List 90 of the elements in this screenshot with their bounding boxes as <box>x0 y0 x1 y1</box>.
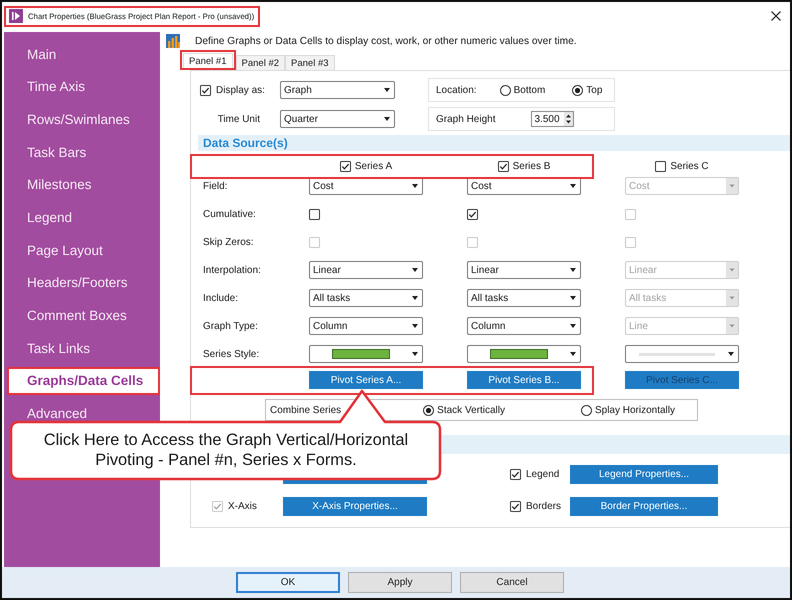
checkbox[interactable] <box>309 208 320 220</box>
field-label: Graph Type: <box>203 320 258 332</box>
properties-button[interactable]: Border Properties... <box>570 497 718 516</box>
radio-button[interactable] <box>580 404 592 416</box>
caret-icon <box>412 352 418 356</box>
dialog-button[interactable]: Apply <box>348 572 452 593</box>
sidebar-item[interactable]: Main <box>7 40 160 68</box>
field-label: Display as: <box>216 84 265 96</box>
number-spinner[interactable]: 3.500 <box>531 111 574 127</box>
dropdown[interactable]: Graph <box>280 81 395 99</box>
caret-icon <box>570 352 576 356</box>
radio-button[interactable] <box>500 84 511 96</box>
pivot-button[interactable]: Pivot Series A... <box>309 371 423 389</box>
sidebar-item[interactable]: Headers/Footers <box>7 268 160 297</box>
callout-text: Click Here to Access the Graph Vertical/Horizontal Pivoting - Panel #n, Series x Forms. <box>42 430 410 470</box>
logo-icon <box>9 9 23 23</box>
caret-icon <box>726 290 738 306</box>
radio-label: Stack Vertically <box>437 404 505 416</box>
dropdown[interactable]: All tasks <box>467 289 581 307</box>
sidebar-item[interactable]: Legend <box>7 203 160 232</box>
line-style-dropdown[interactable] <box>467 345 581 363</box>
properties-button[interactable]: Legend Properties... <box>570 465 718 484</box>
dropdown[interactable]: All tasks <box>309 289 423 307</box>
sidebar-item[interactable]: Page Layout <box>7 236 160 264</box>
field-label: Skip Zeros: <box>203 236 254 248</box>
sidebar-item[interactable]: Task Bars <box>7 138 160 166</box>
sidebar-item[interactable]: Graphs/Data Cells <box>7 366 160 395</box>
checkbox[interactable] <box>340 160 351 172</box>
sidebar-item[interactable]: Milestones <box>7 170 160 199</box>
field-label: Combine Series <box>270 404 342 416</box>
radio-label: Top <box>586 84 602 96</box>
dialog-button[interactable]: OK <box>236 572 340 593</box>
dialog-button[interactable]: Cancel <box>460 572 564 593</box>
caret-icon <box>412 184 418 188</box>
radio-label: Bottom <box>514 84 546 96</box>
tab[interactable]: Panel #1 <box>183 53 233 68</box>
checkbox[interactable] <box>510 501 521 512</box>
caret-icon <box>726 262 738 278</box>
sidebar-item[interactable]: Task Links <box>7 334 160 362</box>
caret-icon <box>412 324 418 328</box>
caret-icon <box>570 296 576 300</box>
checkbox[interactable] <box>200 84 211 96</box>
line-style-dropdown[interactable] <box>309 345 423 363</box>
series-label: Series A <box>354 160 392 172</box>
field-label: Graph Height <box>436 114 496 124</box>
caret-icon <box>570 184 576 188</box>
dropdown[interactable]: Column <box>467 317 581 335</box>
field-label: Cumulative: <box>203 208 256 220</box>
caret-icon <box>570 268 576 272</box>
caret-icon <box>412 268 418 272</box>
tab[interactable]: Panel #3 <box>285 55 335 70</box>
tab[interactable]: Panel #2 <box>236 55 286 70</box>
pivot-button[interactable]: Pivot Series B... <box>467 371 581 389</box>
caret-icon <box>412 296 418 300</box>
radio-button[interactable] <box>572 84 584 96</box>
sidebar-item[interactable]: Comment Boxes <box>7 302 160 330</box>
field-label: Series Style: <box>203 348 260 360</box>
dropdown[interactable]: Column <box>309 317 423 335</box>
caret-icon <box>570 324 576 328</box>
field-label: Interpolation: <box>203 264 261 276</box>
radio-label: Splay Horizontally <box>594 404 676 416</box>
radio-button[interactable] <box>423 404 434 416</box>
checkbox-label: X-Axis <box>228 501 257 512</box>
checkbox-label: Borders <box>526 501 562 512</box>
checkbox[interactable] <box>467 208 478 220</box>
checkbox[interactable] <box>655 160 666 172</box>
description-text: Define Graphs or Data Cells to display cost, work, or other numeric values over time. <box>195 36 577 46</box>
checkbox-label: Legend <box>526 469 560 480</box>
checkbox[interactable] <box>498 160 509 172</box>
sidebar-item[interactable]: Rows/Swimlanes <box>7 105 160 134</box>
caret-icon <box>726 318 738 334</box>
field-label: Time Unit <box>218 114 260 124</box>
field-label: Include: <box>203 292 238 304</box>
caret-icon <box>384 117 390 121</box>
close-icon[interactable] <box>771 11 781 21</box>
caret-icon <box>726 178 738 194</box>
series-label: Series B <box>512 160 550 172</box>
section-header: Data Source(s) <box>198 135 790 151</box>
field-label: Location: <box>436 84 477 96</box>
chart-icon <box>166 34 180 48</box>
dropdown[interactable]: Quarter <box>280 110 395 128</box>
checkbox[interactable] <box>510 469 521 480</box>
sidebar-item[interactable]: Time Axis <box>7 72 160 101</box>
series-label: Series C <box>670 160 709 172</box>
caret-icon <box>384 88 390 92</box>
dropdown[interactable]: Linear <box>467 261 581 279</box>
dropdown[interactable]: Linear <box>309 261 423 279</box>
caret-icon <box>728 352 734 356</box>
field-label: Field: <box>203 180 228 192</box>
spin-arrows-icon[interactable] <box>564 112 574 126</box>
